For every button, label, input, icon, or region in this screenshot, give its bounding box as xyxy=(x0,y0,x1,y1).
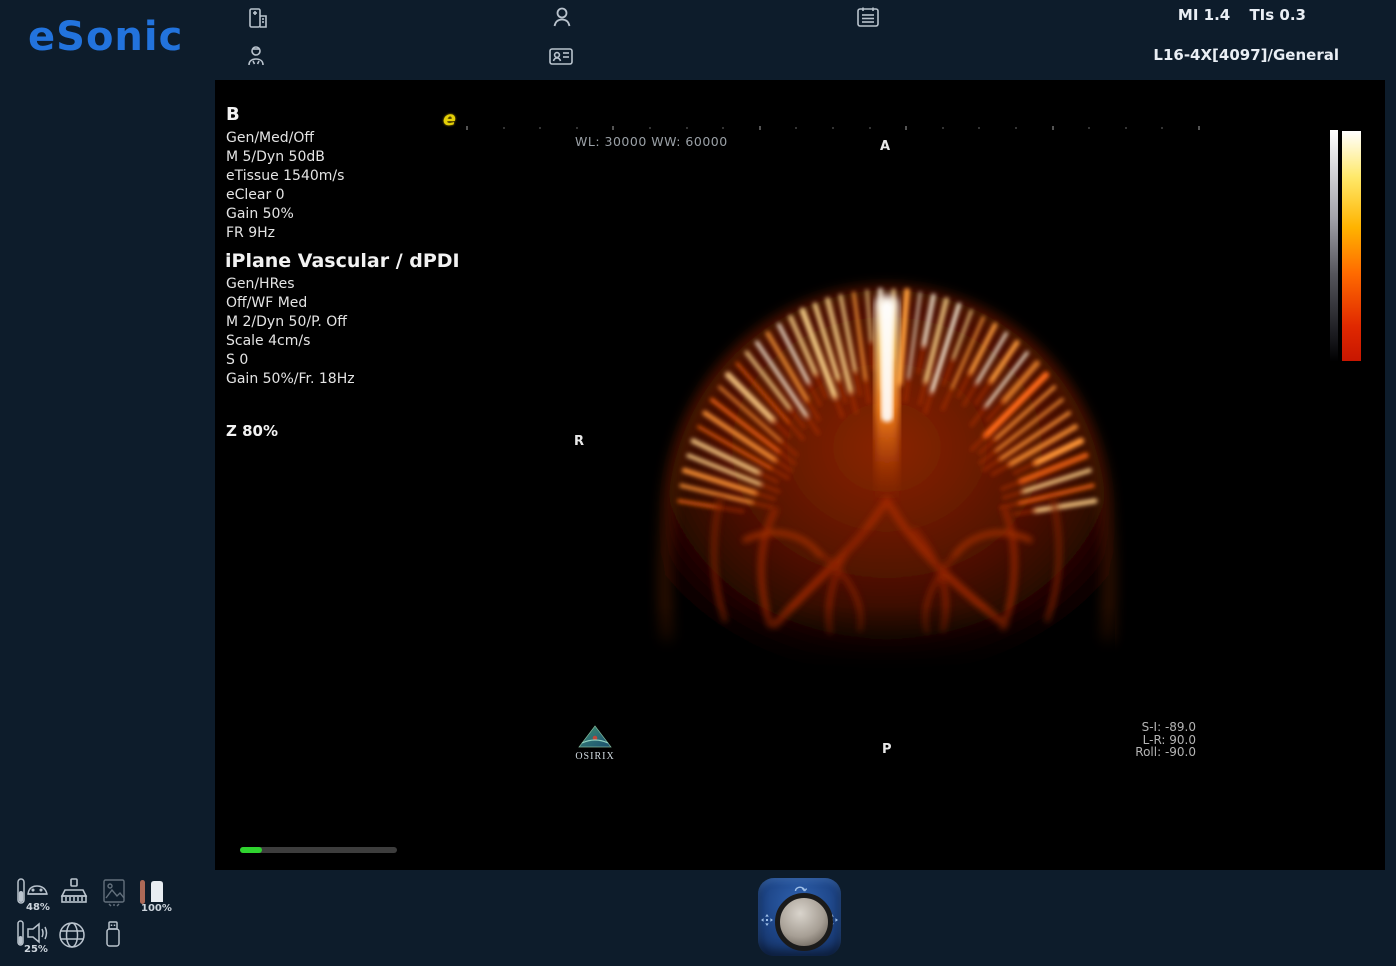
grayscale-colorbar xyxy=(1330,130,1338,362)
ruler-tick xyxy=(1015,127,1017,129)
gel-warmer-icon[interactable] xyxy=(16,878,52,904)
window-level-readout: WL: 30000 WW: 60000 xyxy=(575,134,728,149)
ruler-tick xyxy=(832,127,834,129)
battery-level: 100% xyxy=(141,903,172,914)
b-param: FR 9Hz xyxy=(226,224,344,243)
probe-preset-label[interactable]: L16-4X[4097]/General xyxy=(1153,46,1339,64)
ruler-tick xyxy=(1198,126,1200,130)
ruler-tick xyxy=(649,127,651,129)
id-card-icon[interactable] xyxy=(548,44,574,68)
ruler-tick xyxy=(612,126,614,130)
flow-param: S 0 xyxy=(226,351,355,370)
ruler-tick xyxy=(759,126,761,130)
rotation-readout: S-I: -89.0 L-R: 90.0 Roll: -90.0 xyxy=(1135,721,1196,759)
ultrasound-viewport[interactable]: B Gen/Med/Off M 5/Dyn 50dB eTissue 1540m… xyxy=(215,80,1385,870)
flow-param: Gen/HRes xyxy=(226,275,355,294)
volume-level: 25% xyxy=(24,944,48,955)
flow-param: M 2/Dyn 50/P. Off xyxy=(226,313,355,332)
ruler-tick xyxy=(905,126,907,130)
orientation-marker-right: R xyxy=(574,434,584,449)
ruler-tick xyxy=(1052,126,1054,130)
orientation-marker-anterior: A xyxy=(880,139,890,154)
ruler-tick xyxy=(686,127,688,129)
cine-progress-fill xyxy=(240,847,262,853)
ruler-tick xyxy=(503,127,505,129)
doctor-icon[interactable] xyxy=(244,44,268,68)
hot-colormap-colorbar xyxy=(1342,131,1361,361)
b-param: eClear 0 xyxy=(226,186,344,205)
b-mode-parameters: Gen/Med/Off M 5/Dyn 50dB eTissue 1540m/s… xyxy=(226,129,344,243)
clean-brush-icon[interactable] xyxy=(57,878,91,906)
ruler-tick xyxy=(978,127,980,129)
osirix-pyramid-icon xyxy=(577,725,613,749)
ruler-tick xyxy=(1088,127,1090,129)
pan-left-icon xyxy=(761,911,773,930)
gel-warmer-level: 48% xyxy=(26,902,50,913)
flow-mode-title: iPlane Vascular / dPDI xyxy=(225,250,460,272)
b-param: Gen/Med/Off xyxy=(226,129,344,148)
ruler-tick xyxy=(942,127,944,129)
mi-value: MI 1.4 xyxy=(1178,6,1230,24)
flow-param: Gain 50%/Fr. 18Hz xyxy=(226,370,355,389)
zoom-factor-label: Z 80% xyxy=(226,422,278,440)
usb-icon[interactable] xyxy=(102,920,124,950)
ruler-tick xyxy=(1161,127,1163,129)
ruler-tick xyxy=(869,127,871,129)
flow-mode-parameters: Gen/HRes Off/WF Med M 2/Dyn 50/P. Off Sc… xyxy=(226,275,355,389)
network-globe-icon[interactable] xyxy=(57,920,87,950)
flow-param: Scale 4cm/s xyxy=(226,332,355,351)
print-photo-icon[interactable] xyxy=(101,878,127,908)
esonic-logo: eSonic xyxy=(28,14,183,60)
b-param: Gain 50% xyxy=(226,205,344,224)
ruler-tick xyxy=(1125,127,1127,129)
rotation-si: S-I: -89.0 xyxy=(1135,721,1196,734)
flow-param: Off/WF Med xyxy=(226,294,355,313)
status-bar: 48% 100% 25% xyxy=(0,870,1396,966)
ruler-tick xyxy=(795,127,797,129)
osirix-wordmark: OSIRIX xyxy=(573,751,617,762)
orientation-marker-posterior: P xyxy=(882,742,892,757)
tis-value: TIs 0.3 xyxy=(1249,6,1306,24)
b-param: eTissue 1540m/s xyxy=(226,167,344,186)
osirix-logo: OSIRIX xyxy=(573,725,617,762)
b-mode-title: B xyxy=(226,104,240,125)
worklist-icon[interactable] xyxy=(855,5,881,29)
battery-icon[interactable] xyxy=(137,878,171,906)
ruler-tick xyxy=(539,127,541,129)
trackball-control[interactable] xyxy=(758,878,841,956)
ruler-tick xyxy=(466,126,468,130)
ruler-tick xyxy=(576,127,578,129)
volume-icon[interactable] xyxy=(16,920,52,946)
rotation-roll: Roll: -90.0 xyxy=(1135,746,1196,759)
b-param: M 5/Dyn 50dB xyxy=(226,148,344,167)
user-icon[interactable] xyxy=(550,5,574,29)
ruler-tick xyxy=(722,127,724,129)
esonic-e-badge-icon: e xyxy=(443,108,456,130)
patient-record-icon[interactable] xyxy=(246,6,270,30)
top-bar: eSonic MI 1.4 TIs 0.3 L16-4X[4097]/Gener… xyxy=(0,0,1396,80)
cine-progress-bar[interactable] xyxy=(240,847,397,853)
trackball-ball[interactable] xyxy=(775,893,833,951)
acoustic-output-readout: MI 1.4 TIs 0.3 xyxy=(1164,6,1306,24)
volume-render-image xyxy=(215,80,1385,870)
